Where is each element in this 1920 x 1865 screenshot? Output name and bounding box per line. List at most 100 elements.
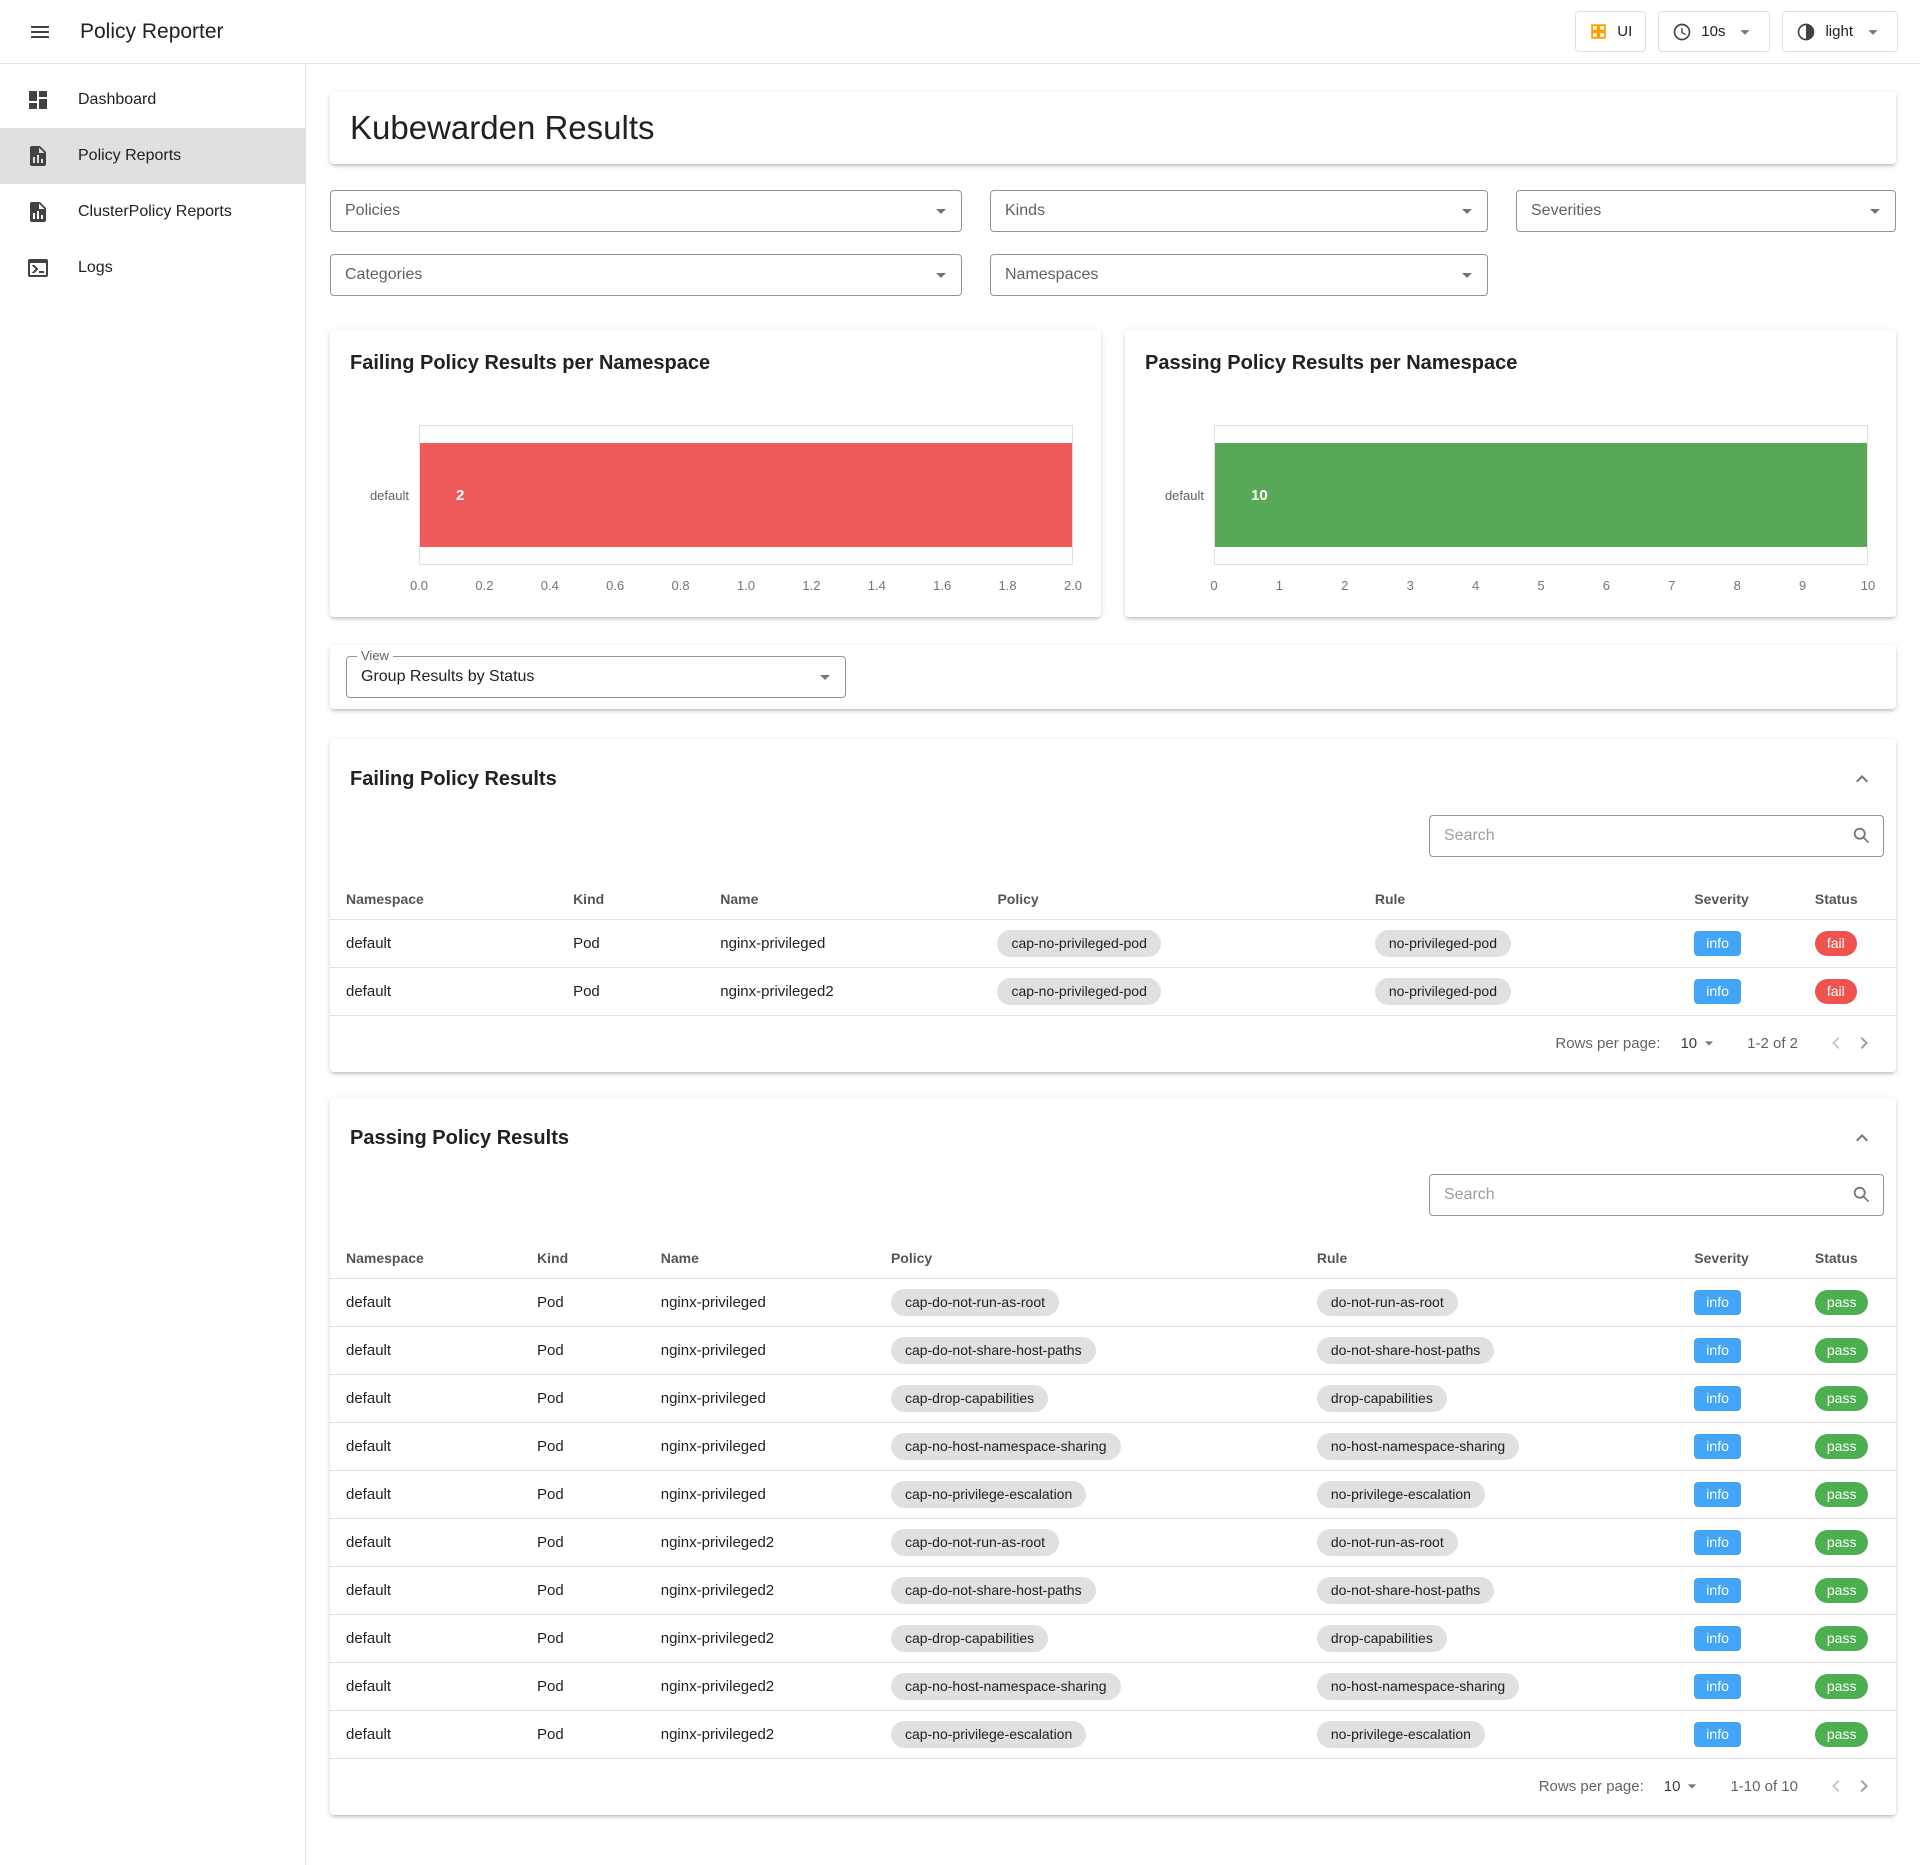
cell-status: pass [1799, 1615, 1896, 1663]
ui-button-label: UI [1617, 23, 1632, 40]
pagination: Rows per page: 10 1-10 of 10 [330, 1759, 1896, 1815]
cell-kind: Pod [521, 1615, 645, 1663]
column-header: Severity [1678, 879, 1799, 920]
cell-status: pass [1799, 1663, 1896, 1711]
column-header: Name [704, 879, 981, 920]
table-row[interactable]: default Pod nginx-privileged2 cap-no-hos… [330, 1663, 1896, 1711]
filters-row-1: Policies Kinds Severities [330, 190, 1896, 232]
theme-value: light [1825, 23, 1853, 40]
sidebar-item-dashboard[interactable]: Dashboard [0, 72, 305, 128]
cell-name: nginx-privileged2 [704, 968, 981, 1016]
refresh-interval-select[interactable]: 10s [1658, 11, 1770, 52]
severity-badge: info [1694, 1626, 1741, 1651]
rows-per-page-label: Rows per page: [1539, 1778, 1644, 1795]
x-tick-label: 2 [1341, 578, 1348, 593]
cell-name: nginx-privileged [645, 1423, 875, 1471]
sidebar-item-logs[interactable]: Logs [0, 240, 305, 296]
sidebar-item-clusterpolicy-reports[interactable]: ClusterPolicy Reports [0, 184, 305, 240]
cell-name: nginx-privileged2 [645, 1663, 875, 1711]
main-content: Kubewarden Results Policies Kinds Severi… [306, 64, 1920, 1865]
cell-severity: info [1678, 1471, 1799, 1519]
kinds-filter[interactable]: Kinds [990, 190, 1488, 232]
severity-badge: info [1694, 1722, 1741, 1747]
cell-status: fail [1799, 968, 1896, 1016]
section-title: Failing Policy Results [350, 768, 557, 791]
cell-rule: do-not-run-as-root [1301, 1279, 1678, 1327]
status-badge: pass [1815, 1386, 1869, 1411]
table-row[interactable]: default Pod nginx-privileged cap-no-priv… [330, 1471, 1896, 1519]
cell-policy: cap-drop-capabilities [875, 1615, 1301, 1663]
table-row[interactable]: default Pod nginx-privileged cap-no-host… [330, 1423, 1896, 1471]
next-page-button[interactable] [1850, 1029, 1878, 1057]
cell-severity: info [1678, 1615, 1799, 1663]
cell-kind: Pod [521, 1375, 645, 1423]
cell-status: pass [1799, 1567, 1896, 1615]
cell-namespace: default [330, 1663, 521, 1711]
policy-chip: cap-no-privilege-escalation [891, 1481, 1086, 1508]
chevron-left-icon [1824, 1031, 1848, 1055]
cell-name: nginx-privileged [704, 920, 981, 968]
cell-kind: Pod [521, 1663, 645, 1711]
sidebar-item-policy-reports[interactable]: Policy Reports [0, 128, 305, 184]
ui-button[interactable]: UI [1575, 11, 1646, 52]
x-tick-label: 4 [1472, 578, 1479, 593]
x-tick-label: 1.4 [868, 578, 886, 593]
severities-filter[interactable]: Severities [1516, 190, 1896, 232]
table-row[interactable]: default Pod nginx-privileged2 cap-do-not… [330, 1567, 1896, 1615]
cell-kind: Pod [521, 1423, 645, 1471]
next-page-button[interactable] [1850, 1772, 1878, 1800]
chevron-left-icon [1824, 1774, 1848, 1798]
severities-filter-label: Severities [1531, 202, 1601, 220]
policies-filter[interactable]: Policies [330, 190, 962, 232]
table-row[interactable]: default Pod nginx-privileged2 cap-no-pri… [330, 1711, 1896, 1759]
rule-chip: drop-capabilities [1317, 1625, 1447, 1652]
column-header: Status [1799, 879, 1896, 920]
policy-chip: cap-drop-capabilities [891, 1625, 1048, 1652]
page-title: Kubewarden Results [350, 109, 1876, 147]
cell-kind: Pod [521, 1279, 645, 1327]
severity-badge: info [1694, 1338, 1741, 1363]
prev-page-button[interactable] [1822, 1772, 1850, 1800]
column-header: Name [645, 1238, 875, 1279]
menu-button[interactable] [22, 14, 58, 50]
severity-badge: info [1694, 1674, 1741, 1699]
y-axis-label: default [1145, 425, 1214, 565]
caret-down-icon [929, 199, 953, 223]
table-row[interactable]: default Pod nginx-privileged2 cap-drop-c… [330, 1615, 1896, 1663]
table-row[interactable]: default Pod nginx-privileged cap-do-not-… [330, 1327, 1896, 1375]
search-input[interactable] [1444, 827, 1841, 845]
collapse-button[interactable] [1846, 763, 1878, 795]
namespaces-filter[interactable]: Namespaces [990, 254, 1488, 296]
rule-chip: no-privilege-escalation [1317, 1481, 1485, 1508]
search-input[interactable] [1444, 1186, 1841, 1204]
cell-namespace: default [330, 920, 557, 968]
rule-chip: no-privileged-pod [1375, 930, 1511, 957]
cell-severity: info [1678, 1519, 1799, 1567]
table-row[interactable]: default Pod nginx-privileged cap-no-priv… [330, 920, 1896, 968]
table-row[interactable]: default Pod nginx-privileged cap-do-not-… [330, 1279, 1896, 1327]
categories-filter[interactable]: Categories [330, 254, 962, 296]
rows-per-page-select[interactable]: 10 [1664, 1776, 1703, 1796]
status-badge: fail [1815, 979, 1857, 1004]
chart-plot-area: default 2 [350, 425, 1081, 565]
cell-name: nginx-privileged2 [645, 1567, 875, 1615]
collapse-button[interactable] [1846, 1122, 1878, 1154]
severity-badge: info [1694, 1578, 1741, 1603]
status-badge: pass [1815, 1338, 1869, 1363]
table-row[interactable]: default Pod nginx-privileged2 cap-do-not… [330, 1519, 1896, 1567]
caret-down-icon [929, 263, 953, 287]
table-row[interactable]: default Pod nginx-privileged cap-drop-ca… [330, 1375, 1896, 1423]
cell-kind: Pod [521, 1567, 645, 1615]
theme-select[interactable]: light [1782, 11, 1898, 52]
table-row[interactable]: default Pod nginx-privileged2 cap-no-pri… [330, 968, 1896, 1016]
plot-box: 10 [1214, 425, 1868, 565]
prev-page-button[interactable] [1822, 1029, 1850, 1057]
status-badge: pass [1815, 1674, 1869, 1699]
cell-namespace: default [330, 1519, 521, 1567]
status-badge: pass [1815, 1722, 1869, 1747]
status-badge: pass [1815, 1434, 1869, 1459]
chart-title: Failing Policy Results per Namespace [350, 352, 1081, 375]
sidebar-item-label: ClusterPolicy Reports [78, 203, 232, 221]
rows-per-page-select[interactable]: 10 [1680, 1033, 1719, 1053]
view-select[interactable]: View Group Results by Status [346, 656, 846, 698]
